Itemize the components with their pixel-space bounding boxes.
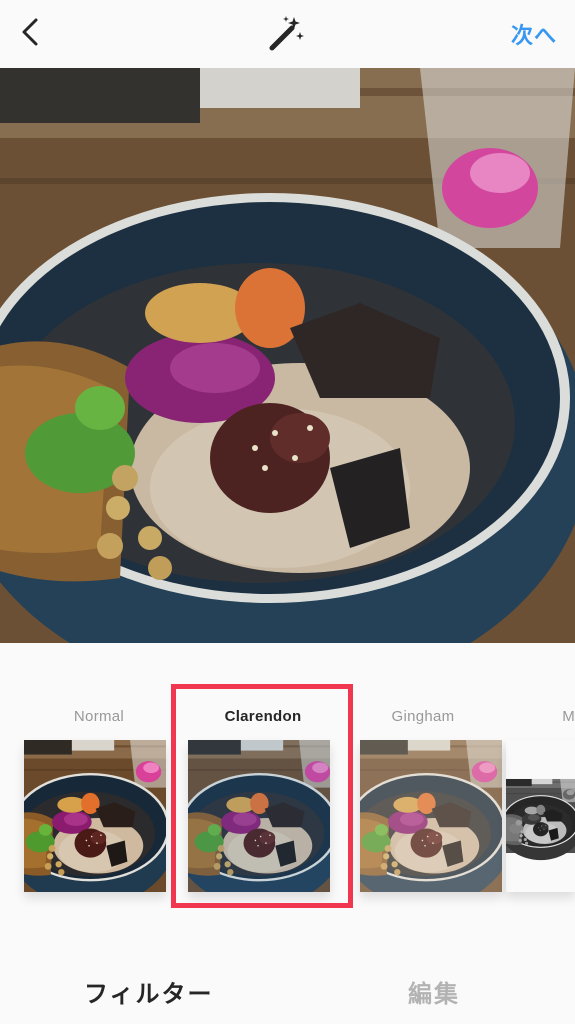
filter-normal[interactable]: Normal <box>28 700 178 900</box>
filter-thumbnail[interactable] <box>24 740 166 892</box>
filter-clarendon[interactable]: Clarendon <box>188 700 338 900</box>
filter-thumbnail[interactable] <box>188 740 330 892</box>
filter-label: Normal <box>73 708 125 725</box>
thumbnail-image <box>506 740 575 892</box>
thumbnail-image <box>188 740 330 892</box>
thumbnail-image <box>24 740 166 892</box>
photo-preview <box>0 68 575 643</box>
filter-screen: 次へ Normal Clarendon Gingham M フィルター 編集 <box>0 0 575 1024</box>
filter-thumbnail[interactable] <box>506 740 575 892</box>
bottom-tab-bar: フィルター 編集 <box>0 960 575 1024</box>
magic-wand-icon <box>269 16 304 51</box>
thumbnail-image <box>360 740 502 892</box>
filter-label: Clarendon <box>224 708 302 725</box>
filter-label: Gingham <box>391 708 455 725</box>
tab-filter[interactable]: フィルター <box>84 974 214 1009</box>
filter-label: M <box>562 708 575 725</box>
filter-strip[interactable]: Normal Clarendon Gingham M <box>0 700 575 900</box>
filter-thumbnail[interactable] <box>360 740 502 892</box>
next-button[interactable]: 次へ <box>511 18 557 50</box>
filter-moon[interactable]: M <box>506 700 575 900</box>
filter-gingham[interactable]: Gingham <box>348 700 502 900</box>
tab-edit[interactable]: 編集 <box>408 974 460 1009</box>
lux-button[interactable] <box>266 14 306 54</box>
top-nav-bar: 次へ <box>0 0 575 69</box>
chevron-left-icon <box>22 18 38 46</box>
food-photo <box>0 68 575 643</box>
back-button[interactable] <box>14 12 50 52</box>
